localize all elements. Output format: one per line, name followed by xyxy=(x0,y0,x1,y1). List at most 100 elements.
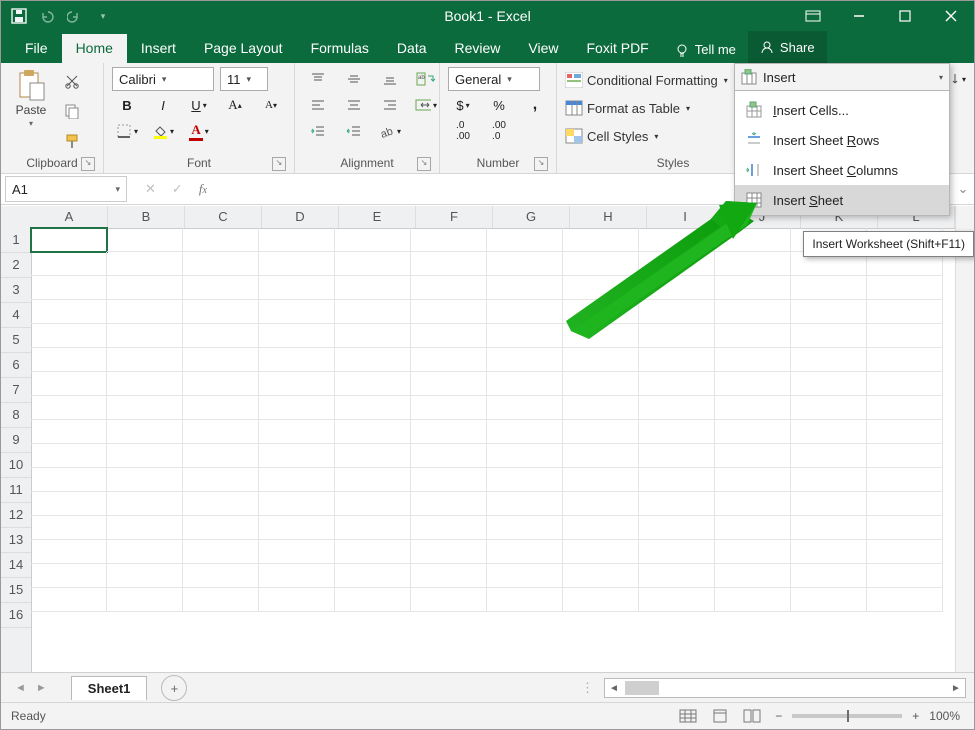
cell[interactable] xyxy=(183,588,259,612)
cell[interactable] xyxy=(639,588,715,612)
cell[interactable] xyxy=(411,468,487,492)
cell[interactable] xyxy=(487,252,563,276)
cell[interactable] xyxy=(259,372,335,396)
cell[interactable] xyxy=(791,276,867,300)
cell[interactable] xyxy=(411,420,487,444)
cell[interactable] xyxy=(487,444,563,468)
align-top-icon[interactable] xyxy=(303,67,333,91)
column-header[interactable]: A xyxy=(31,206,108,228)
zoom-control[interactable]: − + 100% xyxy=(775,709,960,723)
format-painter-icon[interactable] xyxy=(57,129,87,153)
cell[interactable] xyxy=(715,276,791,300)
dialog-launcher-icon[interactable]: ↘ xyxy=(272,157,286,171)
cell[interactable] xyxy=(411,252,487,276)
tell-me[interactable]: Tell me xyxy=(663,36,748,63)
cell[interactable] xyxy=(107,396,183,420)
cell[interactable] xyxy=(639,228,715,252)
cell[interactable] xyxy=(107,564,183,588)
cell[interactable] xyxy=(867,492,943,516)
comma-format-icon[interactable]: , xyxy=(520,93,550,117)
cell[interactable] xyxy=(715,300,791,324)
cell[interactable] xyxy=(487,396,563,420)
cell[interactable] xyxy=(867,540,943,564)
cell[interactable] xyxy=(563,468,639,492)
row-header[interactable]: 12 xyxy=(1,503,31,528)
cell[interactable] xyxy=(107,324,183,348)
cell[interactable] xyxy=(259,540,335,564)
cell[interactable] xyxy=(31,228,107,252)
cell[interactable] xyxy=(183,564,259,588)
cut-icon[interactable] xyxy=(57,69,87,93)
cell[interactable] xyxy=(715,372,791,396)
cell[interactable] xyxy=(791,396,867,420)
cell[interactable] xyxy=(563,564,639,588)
fill-color-icon[interactable]: ▾ xyxy=(148,119,178,143)
zoom-slider[interactable] xyxy=(792,714,902,718)
font-size-dropdown[interactable]: 11▾ xyxy=(220,67,268,91)
cell[interactable] xyxy=(259,468,335,492)
percent-format-icon[interactable]: % xyxy=(484,93,514,117)
cell[interactable] xyxy=(335,444,411,468)
cell[interactable] xyxy=(107,300,183,324)
font-name-dropdown[interactable]: Calibri▾ xyxy=(112,67,214,91)
cell[interactable] xyxy=(335,588,411,612)
cell[interactable] xyxy=(791,324,867,348)
cell[interactable] xyxy=(107,420,183,444)
cell[interactable] xyxy=(31,492,107,516)
cell[interactable] xyxy=(31,300,107,324)
column-header[interactable]: I xyxy=(647,206,724,228)
row-header[interactable]: 1 xyxy=(1,228,31,253)
cell[interactable] xyxy=(791,588,867,612)
align-left-icon[interactable] xyxy=(303,93,333,117)
ribbon-display-options-icon[interactable] xyxy=(790,1,836,31)
zoom-out-icon[interactable]: − xyxy=(775,709,782,723)
cell[interactable] xyxy=(107,468,183,492)
cell[interactable] xyxy=(335,564,411,588)
cell[interactable] xyxy=(715,228,791,252)
cell[interactable] xyxy=(639,324,715,348)
cell[interactable] xyxy=(715,420,791,444)
cell[interactable] xyxy=(31,516,107,540)
undo-icon[interactable] xyxy=(39,8,55,24)
paste-button[interactable]: Paste ▾ xyxy=(9,67,53,154)
cell[interactable] xyxy=(487,540,563,564)
cell[interactable] xyxy=(563,420,639,444)
cell[interactable] xyxy=(791,468,867,492)
cell[interactable] xyxy=(639,420,715,444)
name-box[interactable]: A1 ▾ xyxy=(5,176,127,202)
row-headers[interactable]: 12345678910111213141516 xyxy=(1,228,32,673)
row-header[interactable]: 6 xyxy=(1,353,31,378)
cell[interactable] xyxy=(107,516,183,540)
menu-insert-sheet-rows[interactable]: Insert Sheet Rows xyxy=(735,125,949,155)
cell[interactable] xyxy=(791,540,867,564)
cell[interactable] xyxy=(563,516,639,540)
cell[interactable] xyxy=(487,276,563,300)
cell[interactable] xyxy=(259,420,335,444)
cell[interactable] xyxy=(107,252,183,276)
save-icon[interactable] xyxy=(11,8,27,24)
cell[interactable] xyxy=(715,564,791,588)
tab-foxit-pdf[interactable]: Foxit PDF xyxy=(573,34,663,63)
column-header[interactable]: G xyxy=(493,206,570,228)
cell[interactable] xyxy=(107,348,183,372)
row-header[interactable]: 2 xyxy=(1,253,31,278)
cell[interactable] xyxy=(715,492,791,516)
cell[interactable] xyxy=(411,492,487,516)
cell[interactable] xyxy=(791,372,867,396)
copy-icon[interactable] xyxy=(57,99,87,123)
cell[interactable] xyxy=(107,540,183,564)
dialog-launcher-icon[interactable]: ↘ xyxy=(534,157,548,171)
cell[interactable] xyxy=(411,228,487,252)
cell[interactable] xyxy=(639,396,715,420)
cell[interactable] xyxy=(867,348,943,372)
cell[interactable] xyxy=(639,276,715,300)
tab-insert[interactable]: Insert xyxy=(127,34,190,63)
cell[interactable] xyxy=(487,516,563,540)
view-page-break-icon[interactable] xyxy=(743,709,761,723)
cell[interactable] xyxy=(563,228,639,252)
row-header[interactable]: 7 xyxy=(1,378,31,403)
cell[interactable] xyxy=(639,516,715,540)
cell[interactable] xyxy=(183,444,259,468)
tab-file[interactable]: File xyxy=(11,34,62,63)
minimize-button[interactable] xyxy=(836,1,882,31)
